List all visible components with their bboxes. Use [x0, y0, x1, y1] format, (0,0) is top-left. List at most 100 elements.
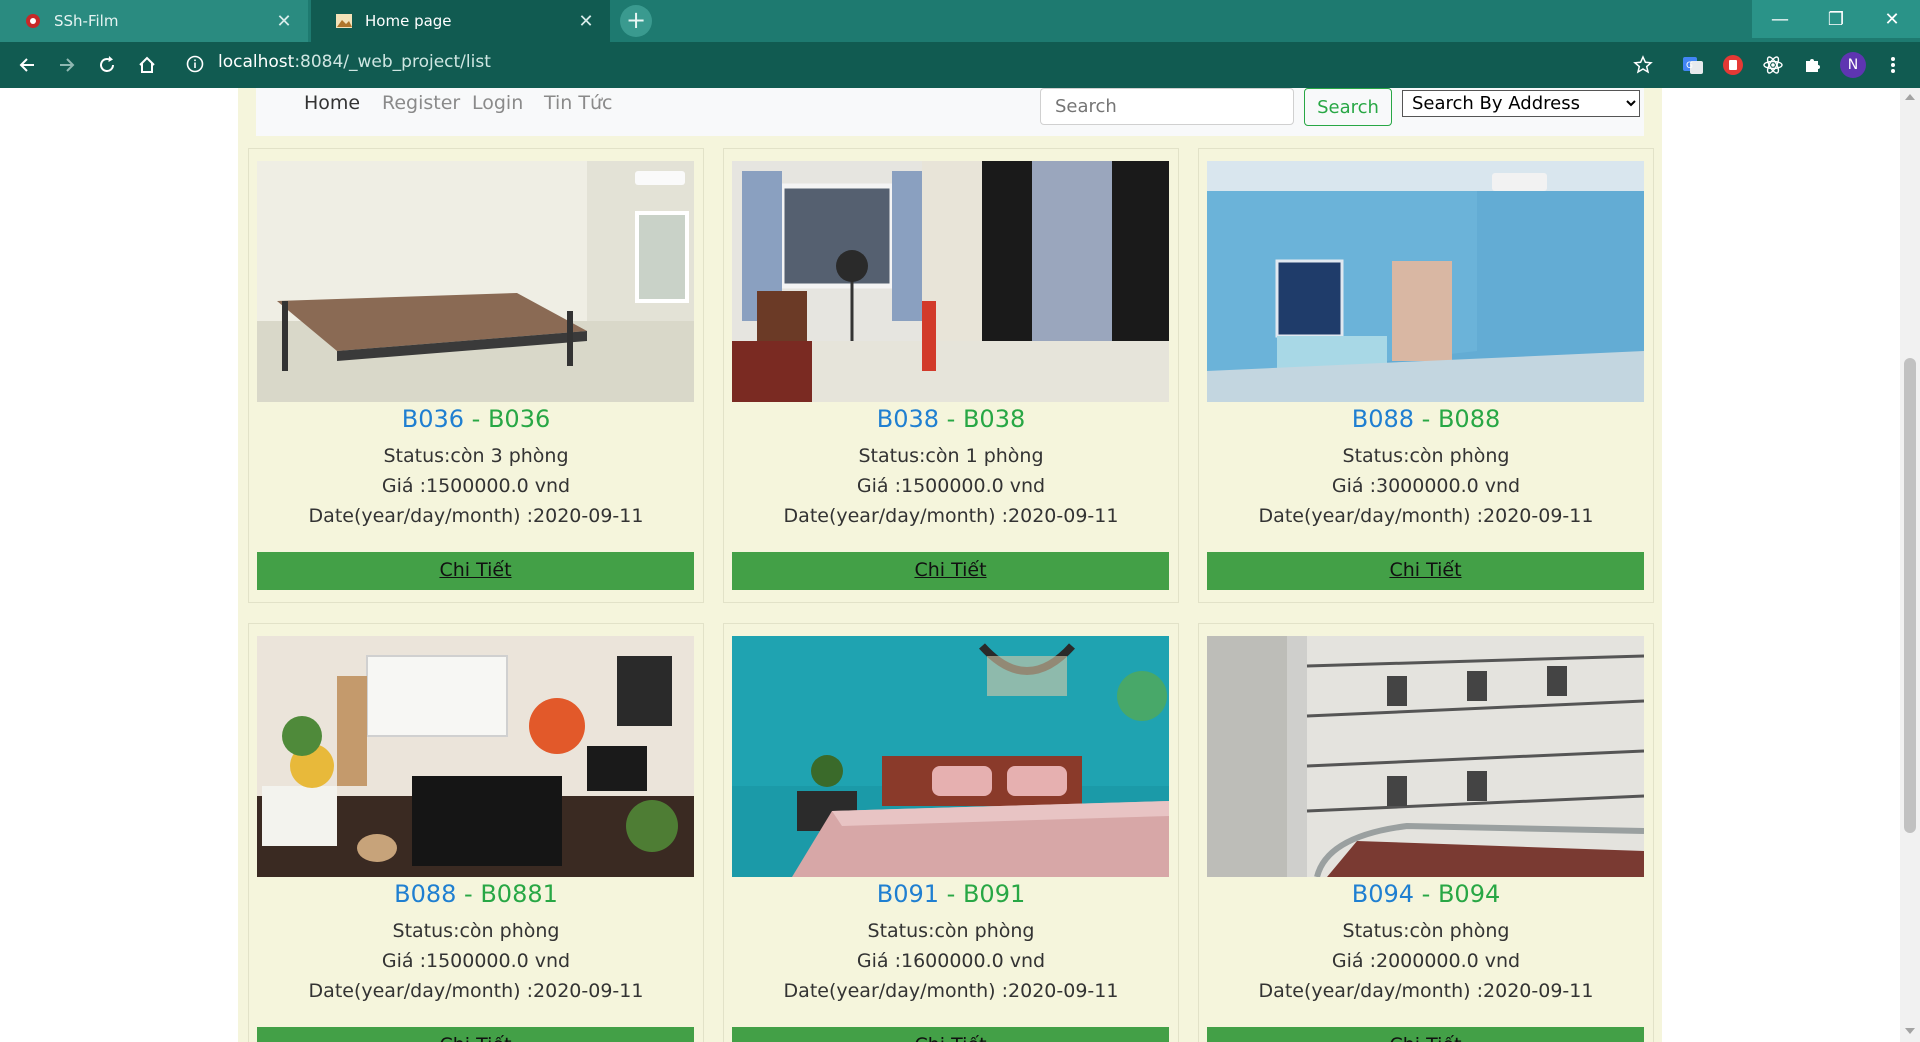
site-info-icon[interactable]: [186, 55, 204, 73]
title-separator: -: [464, 405, 488, 433]
close-window-icon[interactable]: ✕: [1864, 0, 1920, 38]
reload-icon[interactable]: [92, 50, 122, 80]
bookmark-star-icon[interactable]: [1630, 52, 1656, 78]
room-price: Giá :1500000.0 vnd: [381, 475, 571, 497]
details-button[interactable]: Chi Tiết: [732, 552, 1169, 590]
room-id: B088: [394, 880, 457, 908]
home-icon[interactable]: [132, 50, 162, 80]
room-id: B094: [1351, 880, 1415, 908]
room-status: Status:còn phòng: [392, 920, 560, 942]
room-title[interactable]: B088 - B088: [1199, 405, 1653, 433]
room-title[interactable]: B088 - B0881: [249, 880, 703, 908]
room-card: B036 - B036 Status:còn 3 phòng Giá :1500…: [248, 148, 704, 603]
room-card: B088 - B088 Status:còn phòng Giá :300000…: [1198, 148, 1654, 603]
site-navbar: Home Register Login Tin Tức Search Searc…: [256, 88, 1644, 136]
room-title[interactable]: B036 - B036: [249, 405, 703, 433]
tab-title: Home page: [365, 12, 452, 30]
image-favicon-icon: [336, 14, 352, 28]
scroll-down-arrow-icon[interactable]: [1905, 1028, 1915, 1034]
title-separator: -: [939, 405, 963, 433]
browser-tab-ssh-film[interactable]: SSh-Film ✕: [0, 0, 308, 42]
room-price: Giá :2000000.0 vnd: [1331, 950, 1521, 972]
svg-text:G: G: [1686, 61, 1693, 71]
close-icon[interactable]: ✕: [576, 11, 596, 32]
translate-extension-icon[interactable]: G: [1680, 52, 1706, 78]
room-date: Date(year/day/month) :2020-09-11: [308, 980, 644, 1002]
minimize-window-icon[interactable]: —: [1752, 0, 1808, 38]
room-code: B0881: [480, 880, 558, 908]
page-viewport: Home Register Login Tin Tức Search Searc…: [0, 88, 1900, 1042]
room-price: Giá :1600000.0 vnd: [856, 950, 1046, 972]
room-status: Status:còn phòng: [1342, 445, 1510, 467]
title-separator: -: [1414, 880, 1438, 908]
room-photo[interactable]: [257, 636, 694, 877]
room-code: B088: [1437, 405, 1501, 433]
room-photo[interactable]: [1207, 636, 1644, 877]
adblock-extension-icon[interactable]: [1720, 52, 1746, 78]
title-separator: -: [456, 880, 481, 908]
film-favicon-icon: [26, 14, 40, 28]
nav-link-tin-tuc[interactable]: Tin Tức: [544, 92, 612, 114]
search-button[interactable]: Search: [1304, 88, 1392, 126]
room-price: Giá :3000000.0 vnd: [1331, 475, 1521, 497]
page-container: Home Register Login Tin Tức Search Searc…: [238, 88, 1662, 1042]
details-button[interactable]: Chi Tiết: [732, 1027, 1169, 1042]
room-code: B094: [1437, 880, 1501, 908]
room-date: Date(year/day/month) :2020-09-11: [783, 505, 1119, 527]
room-date: Date(year/day/month) :2020-09-11: [783, 980, 1119, 1002]
room-status: Status:còn 3 phòng: [383, 445, 569, 467]
scrollbar-thumb[interactable]: [1904, 358, 1916, 833]
room-card: B091 - B091 Status:còn phòng Giá :160000…: [723, 623, 1179, 1042]
room-photo[interactable]: [1207, 161, 1644, 402]
room-photo[interactable]: [732, 636, 1169, 877]
title-separator: -: [1414, 405, 1438, 433]
react-devtools-icon[interactable]: [1760, 52, 1786, 78]
nav-link-register[interactable]: Register: [382, 92, 460, 114]
url-path: :8084/_web_project/list: [294, 52, 491, 72]
room-status: Status:còn 1 phòng: [858, 445, 1044, 467]
room-code: B091: [962, 880, 1026, 908]
room-id: B088: [1351, 405, 1415, 433]
title-separator: -: [939, 880, 963, 908]
room-card: B088 - B0881 Status:còn phòng Giá :15000…: [248, 623, 704, 1042]
room-card: B038 - B038 Status:còn 1 phòng Giá :1500…: [723, 148, 1179, 603]
room-id: B038: [876, 405, 940, 433]
search-type-select[interactable]: Search By Address: [1402, 90, 1640, 117]
room-title[interactable]: B091 - B091: [724, 880, 1178, 908]
room-id: B091: [876, 880, 940, 908]
forward-arrow-icon[interactable]: [52, 50, 82, 80]
room-status: Status:còn phòng: [867, 920, 1035, 942]
room-photo[interactable]: [732, 161, 1169, 402]
browser-tab-home-page[interactable]: Home page ✕: [311, 0, 610, 42]
room-date: Date(year/day/month) :2020-09-11: [1258, 980, 1594, 1002]
scroll-up-arrow-icon[interactable]: [1905, 94, 1915, 100]
profile-avatar[interactable]: N: [1840, 52, 1866, 78]
restore-window-icon[interactable]: ❐: [1808, 0, 1864, 38]
back-arrow-icon[interactable]: [12, 50, 42, 80]
room-status: Status:còn phòng: [1342, 920, 1510, 942]
room-price: Giá :1500000.0 vnd: [856, 475, 1046, 497]
address-bar[interactable]: localhost:8084/_web_project/list: [218, 52, 491, 72]
close-icon[interactable]: ✕: [274, 11, 294, 32]
details-button[interactable]: Chi Tiết: [257, 552, 694, 590]
room-date: Date(year/day/month) :2020-09-11: [308, 505, 644, 527]
details-button[interactable]: Chi Tiết: [257, 1027, 694, 1042]
nav-link-home[interactable]: Home: [304, 92, 360, 114]
room-card: B094 - B094 Status:còn phòng Giá :200000…: [1198, 623, 1654, 1042]
url-host: localhost: [218, 52, 295, 72]
room-title[interactable]: B038 - B038: [724, 405, 1178, 433]
details-button[interactable]: Chi Tiết: [1207, 552, 1644, 590]
details-button[interactable]: Chi Tiết: [1207, 1027, 1644, 1042]
room-id: B036: [401, 405, 465, 433]
browser-menu-icon[interactable]: [1880, 52, 1906, 78]
room-code: B038: [962, 405, 1026, 433]
page-scrollbar[interactable]: [1900, 88, 1920, 1042]
new-tab-button[interactable]: +: [620, 5, 652, 37]
extensions-puzzle-icon[interactable]: [1800, 52, 1826, 78]
room-code: B036: [487, 405, 551, 433]
room-title[interactable]: B094 - B094: [1199, 880, 1653, 908]
tab-title: SSh-Film: [54, 12, 119, 30]
room-photo[interactable]: [257, 161, 694, 402]
search-input[interactable]: [1040, 88, 1294, 125]
nav-link-login[interactable]: Login: [472, 92, 523, 114]
